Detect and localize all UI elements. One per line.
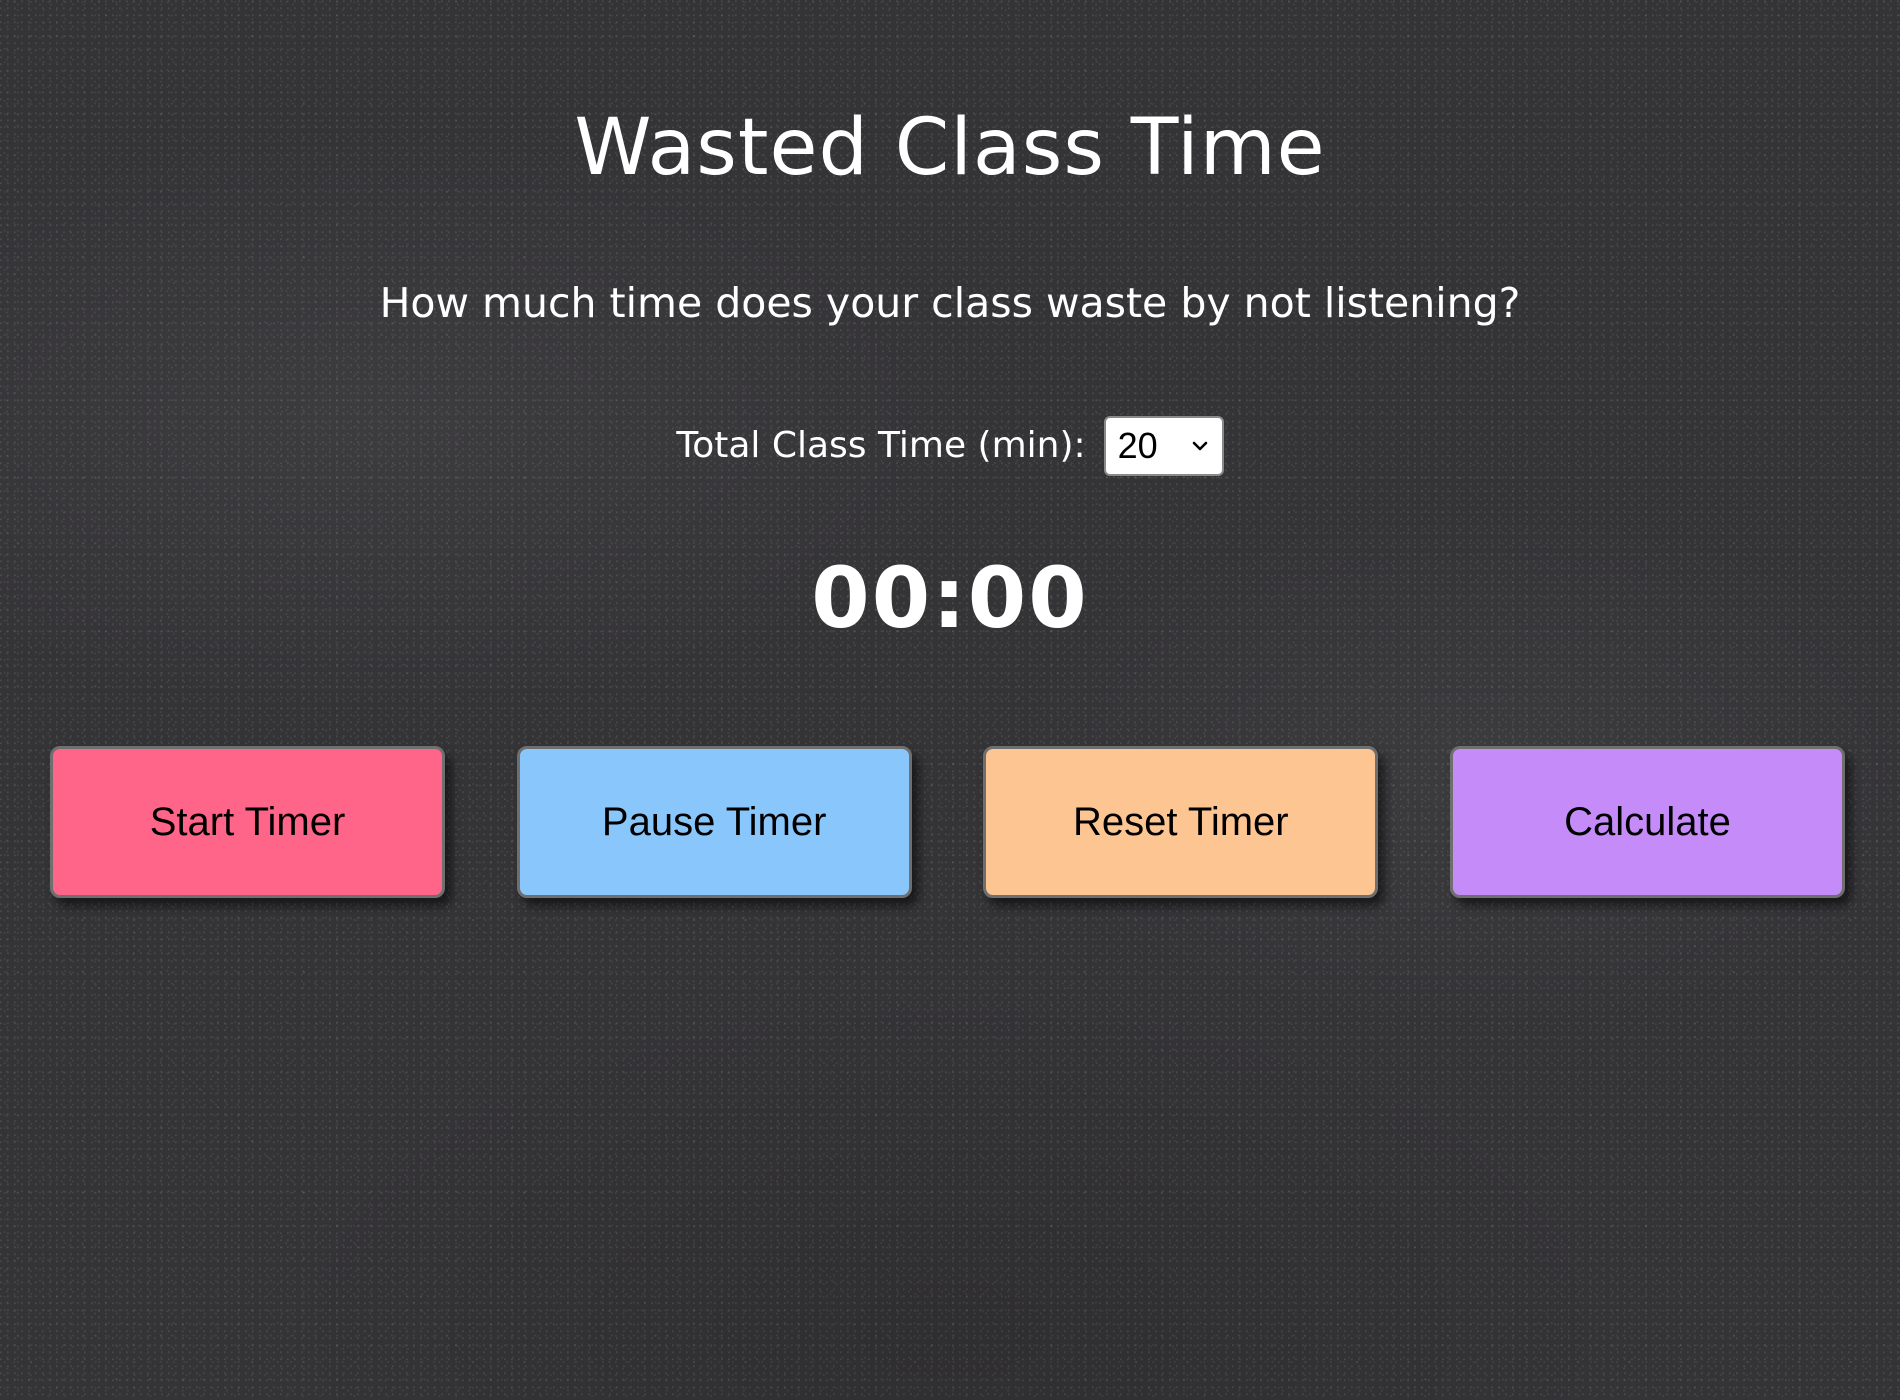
pause-timer-button[interactable]: Pause Timer [516,746,912,898]
page: Wasted Class Time How much time does you… [0,0,1900,1400]
class-time-label: Total Class Time (min): [676,425,1086,466]
reset-timer-button[interactable]: Reset Timer [983,746,1379,898]
timer-controls: Start Timer Pause Timer Reset Timer Calc… [50,746,1845,898]
page-subtitle: How much time does your class waste by n… [379,279,1521,327]
start-timer-button[interactable]: Start Timer [50,746,445,898]
class-time-row: Total Class Time (min): 20 [0,416,1900,476]
timer-display: 00:00 [811,549,1089,647]
class-time-selected-value: 20 [1117,425,1158,466]
class-time-select[interactable]: 20 [1103,416,1224,476]
page-title: Wasted Class Time [574,103,1326,193]
calculate-button[interactable]: Calculate [1449,746,1845,898]
chevron-down-icon [1190,436,1210,456]
